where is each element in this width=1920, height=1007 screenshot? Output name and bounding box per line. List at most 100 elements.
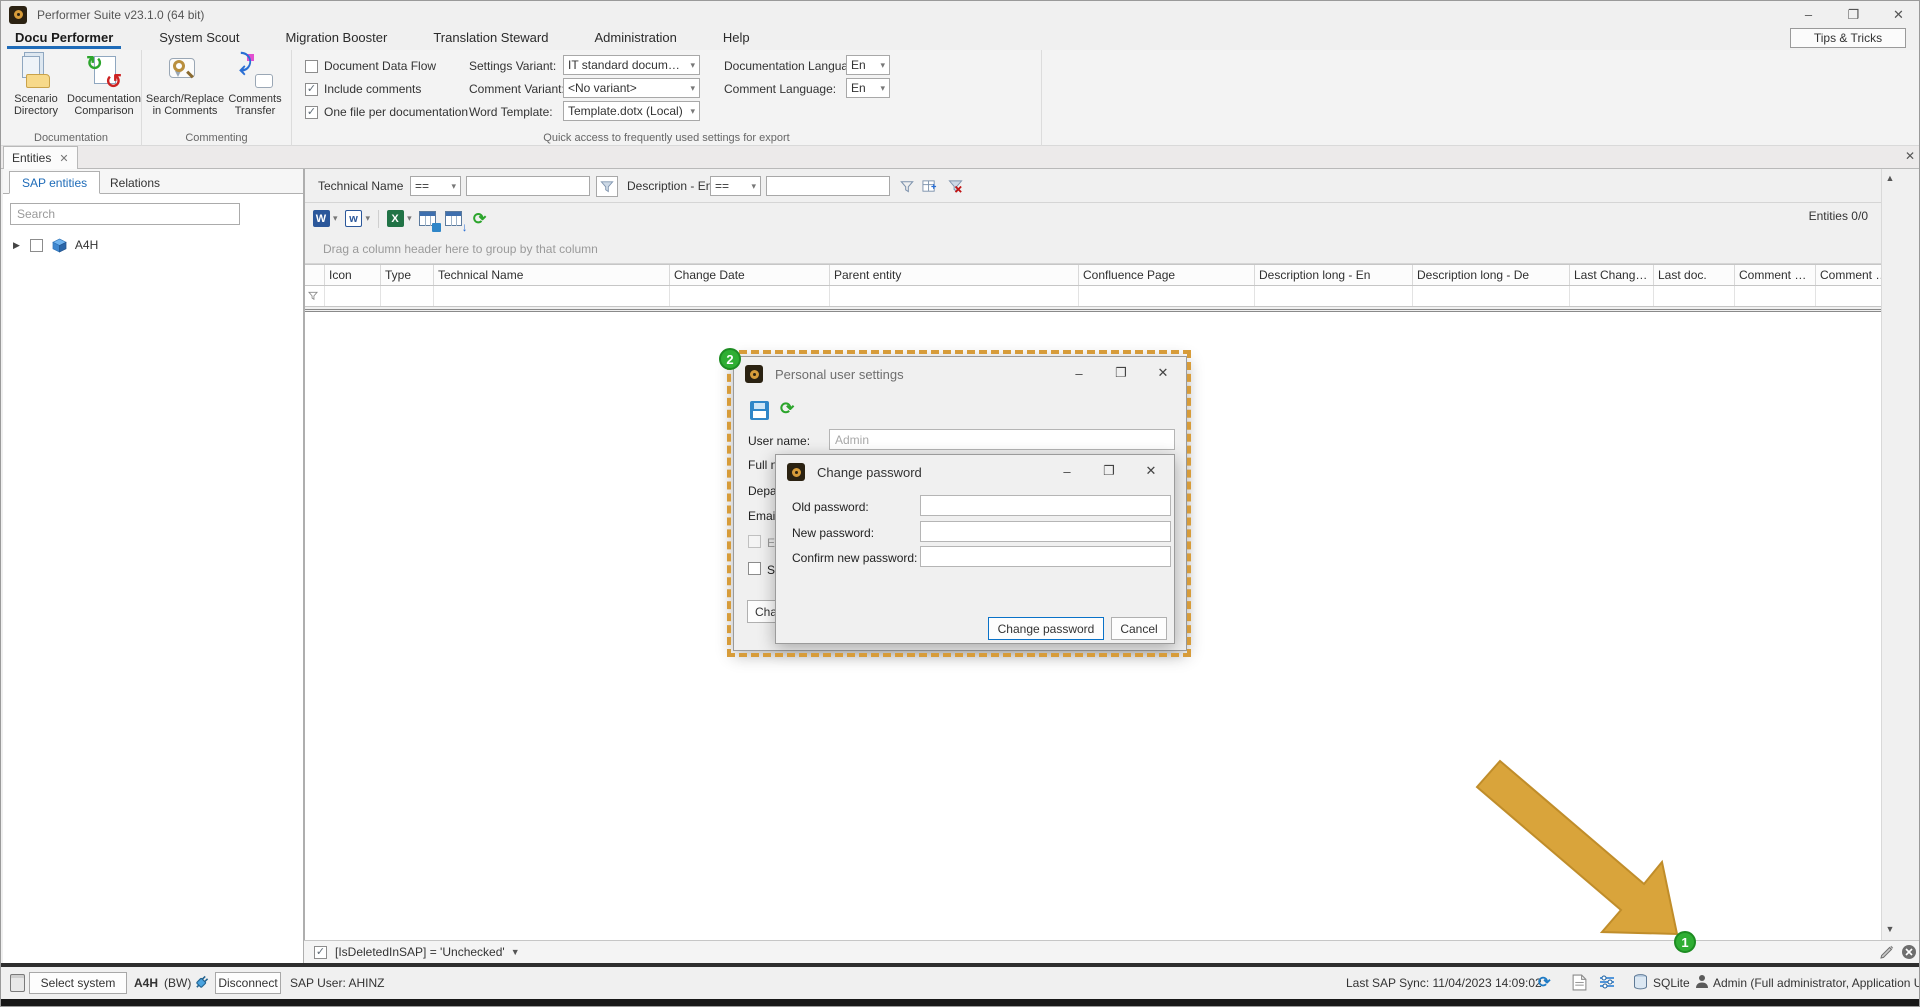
filter-editor-icon[interactable] — [919, 176, 939, 197]
confirm-password-input[interactable] — [920, 546, 1171, 567]
search-replace-comments-button[interactable]: Search/Replace in Comments — [150, 54, 220, 128]
filter-cell[interactable] — [1079, 286, 1255, 306]
username-input[interactable] — [829, 429, 1175, 450]
dialog-title-bar[interactable]: Change password – ❐ ✕ — [776, 455, 1174, 489]
column-header-description-en[interactable]: Description long - En — [1255, 265, 1413, 285]
disconnect-button[interactable]: Disconnect — [215, 972, 281, 994]
system-list-icon[interactable] — [10, 974, 25, 992]
chevron-down-icon[interactable]: ▼ — [511, 947, 520, 957]
column-header-description-de[interactable]: Description long - De — [1413, 265, 1570, 285]
description-operator-dropdown[interactable]: ==▾ — [710, 176, 761, 196]
logged-in-user[interactable]: Admin (Full administrator, Application U… — [1713, 976, 1920, 990]
save-icon[interactable] — [750, 401, 769, 420]
chevron-down-icon[interactable]: ▾ — [333, 213, 338, 224]
chevron-down-icon[interactable]: ▾ — [366, 213, 371, 224]
tree-expander-icon[interactable]: ▶ — [13, 240, 20, 251]
search-input[interactable] — [10, 203, 240, 225]
column-header-last-doc[interactable]: Last doc. — [1654, 265, 1735, 285]
settings-sliders-icon[interactable] — [1599, 974, 1615, 990]
export-excel-button[interactable]: X — [385, 209, 405, 229]
database-name[interactable]: SQLite — [1653, 976, 1690, 990]
checkbox-one-file-per-doc[interactable]: One file per documentation — [305, 104, 468, 120]
tab-entities[interactable]: Entities ✕ — [3, 146, 78, 169]
select-system-button[interactable]: Select system — [29, 972, 127, 994]
refresh-icon[interactable]: ⟳ — [780, 399, 794, 419]
maximize-icon[interactable]: ❐ — [1088, 457, 1130, 485]
refresh-button[interactable]: ⟳ — [470, 209, 490, 229]
filter-cell[interactable] — [1654, 286, 1735, 306]
tab-system-scout[interactable]: System Scout — [145, 28, 253, 49]
close-all-icon[interactable]: ✕ — [1905, 149, 1915, 163]
tab-translation-steward[interactable]: Translation Steward — [419, 28, 562, 49]
filter-cell[interactable] — [325, 286, 381, 306]
word-template-dropdown[interactable]: Template.dotx (Local)▾ — [563, 101, 700, 121]
open-word-document-button[interactable]: w — [344, 209, 364, 229]
filter-cell[interactable] — [1735, 286, 1816, 306]
tab-administration[interactable]: Administration — [580, 28, 690, 49]
filter-cell[interactable] — [830, 286, 1079, 306]
tab-help[interactable]: Help — [709, 28, 764, 49]
comment-variant-dropdown[interactable]: <No variant>▾ — [563, 78, 700, 98]
clipped-checkbox[interactable] — [748, 562, 761, 575]
technical-name-operator-dropdown[interactable]: ==▾ — [410, 176, 461, 196]
documentation-language-dropdown[interactable]: En▾ — [846, 55, 890, 75]
clear-filter-icon[interactable] — [945, 176, 965, 197]
minimize-icon[interactable]: – — [1058, 359, 1100, 387]
filter-enabled-checkbox[interactable] — [314, 946, 327, 959]
tab-sap-entities[interactable]: SAP entities — [9, 171, 100, 194]
scroll-down-icon[interactable]: ▼ — [1882, 924, 1898, 934]
apply-filter-button[interactable] — [596, 176, 618, 197]
column-header-parent-entity[interactable]: Parent entity — [830, 265, 1079, 285]
settings-variant-dropdown[interactable]: IT standard document...▾ — [563, 55, 700, 75]
column-header-comment-co[interactable]: Comment Co... — [1735, 265, 1816, 285]
filter-cell[interactable] — [381, 286, 434, 306]
checkbox-include-comments[interactable]: Include comments — [305, 81, 421, 97]
comment-language-dropdown[interactable]: En▾ — [846, 78, 890, 98]
tab-relations[interactable]: Relations — [98, 171, 172, 194]
maximize-icon[interactable]: ❐ — [1831, 1, 1876, 28]
filter-cell[interactable] — [1413, 286, 1570, 306]
close-icon[interactable]: ✕ — [1142, 359, 1184, 387]
new-password-input[interactable] — [920, 521, 1171, 542]
export-word-button[interactable]: W — [311, 209, 331, 229]
tab-migration-booster[interactable]: Migration Booster — [271, 28, 401, 49]
close-tab-icon[interactable]: ✕ — [59, 152, 68, 165]
description-filter-input[interactable] — [766, 176, 890, 196]
close-filter-icon[interactable] — [1901, 944, 1917, 960]
column-header-icon[interactable]: Icon — [325, 265, 381, 285]
filter-cell[interactable] — [1570, 286, 1654, 306]
close-icon[interactable]: ✕ — [1876, 1, 1920, 28]
scenario-directory-button[interactable]: Scenario Directory — [3, 54, 69, 128]
maximize-icon[interactable]: ❐ — [1100, 359, 1142, 387]
column-header-type[interactable]: Type — [381, 265, 434, 285]
tree-checkbox[interactable] — [30, 239, 43, 252]
tips-and-tricks-button[interactable]: Tips & Tricks — [1790, 28, 1906, 48]
cancel-button[interactable]: Cancel — [1111, 617, 1167, 640]
filter-cell[interactable] — [670, 286, 830, 306]
tab-docu-performer[interactable]: Docu Performer — [1, 28, 127, 49]
clipped-checkbox[interactable] — [748, 535, 761, 548]
log-document-icon[interactable] — [1572, 974, 1587, 991]
sync-icon[interactable]: ⟳ — [1538, 973, 1551, 991]
comments-transfer-button[interactable]: ⤸ Comments Transfer — [224, 54, 286, 128]
change-password-button[interactable]: Change password — [988, 617, 1104, 640]
old-password-input[interactable] — [920, 495, 1171, 516]
filter-expression[interactable]: [IsDeletedInSAP] = 'Unchecked' — [335, 945, 505, 959]
minimize-icon[interactable]: – — [1046, 457, 1088, 485]
column-header-confluence-page[interactable]: Confluence Page — [1079, 265, 1255, 285]
column-header-change-date[interactable]: Change Date — [670, 265, 830, 285]
dialog-title-bar[interactable]: Personal user settings – ❐ ✕ — [734, 357, 1186, 391]
edit-filter-icon[interactable] — [1879, 944, 1895, 960]
group-by-band[interactable]: Drag a column header here to group by th… — [305, 234, 1898, 264]
close-icon[interactable]: ✕ — [1130, 457, 1172, 485]
save-layout-button[interactable] — [418, 209, 438, 229]
checkbox-document-data-flow[interactable]: Document Data Flow — [305, 58, 436, 74]
documentation-comparison-button[interactable]: ↻↺ Documentation Comparison — [71, 54, 137, 128]
technical-name-filter-input[interactable] — [466, 176, 590, 196]
filter-cell[interactable] — [434, 286, 670, 306]
column-header-last-change[interactable]: Last Change... — [1570, 265, 1654, 285]
vertical-scrollbar[interactable]: ▲ ▼ — [1881, 169, 1898, 940]
minimize-icon[interactable]: – — [1786, 1, 1831, 28]
filter-icon[interactable] — [897, 176, 917, 197]
filter-cell[interactable] — [1255, 286, 1413, 306]
